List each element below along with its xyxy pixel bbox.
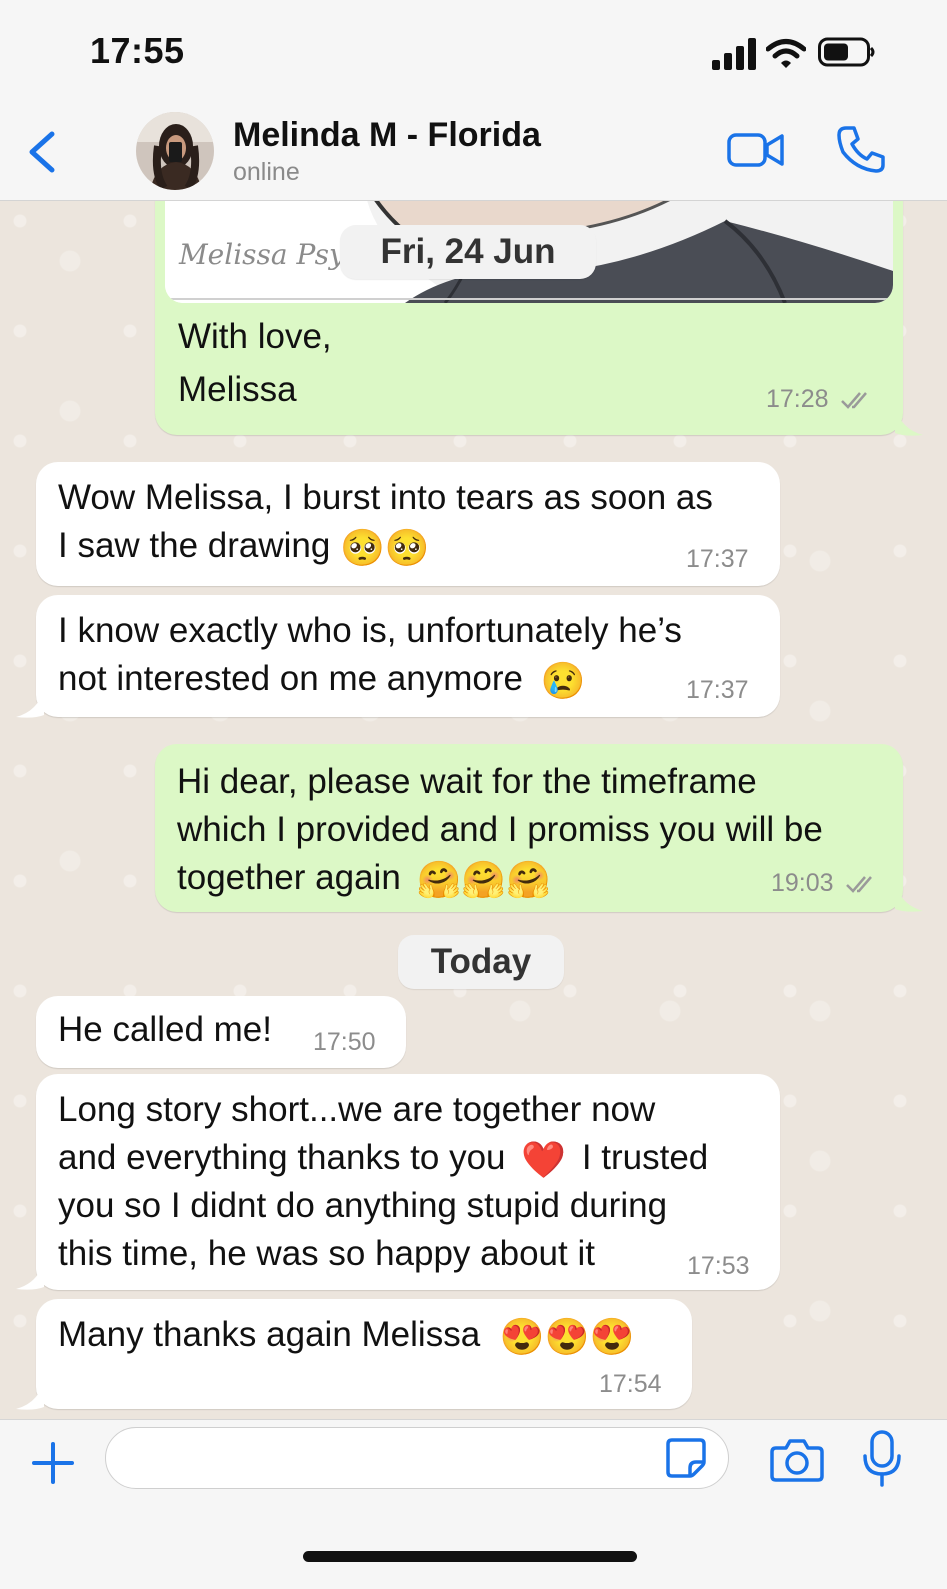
message-line: you so I didnt do anything stupid during (58, 1186, 668, 1225)
battery-icon (818, 37, 875, 67)
chevron-left-icon[interactable] (24, 128, 60, 176)
message-bubble-incoming[interactable]: I know exactly who is, unfortunately he’… (36, 595, 780, 717)
message-bubble-incoming[interactable]: Wow Melissa, I burst into tears as soon … (36, 462, 780, 586)
voice-call-icon[interactable] (836, 124, 886, 174)
hugging-face-emoji: 🤗🤗🤗 (416, 858, 552, 900)
message-line: Long story short...we are together now (58, 1090, 656, 1129)
message-line-with-emoji: not interested on me anymore 😢 (58, 655, 682, 703)
message-line: which I provided and I promiss you will … (177, 810, 823, 849)
avatar[interactable] (136, 112, 214, 190)
contact-status: online (233, 158, 300, 186)
message-line-with-emoji: I saw the drawing 🥺🥺 (58, 522, 713, 570)
bubble-tail (895, 407, 923, 436)
bubble-tail (16, 1381, 44, 1410)
chat-area[interactable]: Melissa Psy With love, Melissa 17:28 Fri… (0, 201, 947, 1419)
message-line: I saw the drawing (58, 526, 331, 565)
bubble-tail (16, 689, 44, 718)
message-input-bar (0, 1419, 947, 1589)
read-receipt-icon (845, 876, 872, 894)
message-input[interactable] (105, 1427, 729, 1489)
message-line-with-emoji: together again 🤗🤗🤗 (177, 854, 823, 902)
signal-icon (712, 38, 756, 70)
message-line: this time, he was so happy about it (58, 1234, 595, 1273)
message-time: 17:28 (766, 384, 876, 414)
date-separator-label: Fri, 24 Jun (380, 232, 556, 271)
message-text: Hi dear, please wait for the timeframe w… (177, 758, 823, 902)
message-text: I know exactly who is, unfortunately he’… (58, 607, 682, 703)
camera-icon[interactable] (770, 1436, 824, 1482)
message-line: Many thanks again Melissa (58, 1315, 481, 1354)
message-text: Wow Melissa, I burst into tears as soon … (58, 474, 713, 570)
message-line-with-emoji: Many thanks again Melissa 😍😍😍 (58, 1311, 634, 1359)
crying-face-emoji: 😢 (540, 659, 586, 701)
message-time: 17:54 (599, 1370, 662, 1398)
wifi-icon (766, 39, 806, 68)
bubble-tail (895, 883, 923, 912)
message-text: Long story short...we are together now a… (58, 1086, 708, 1278)
date-separator: Today (398, 935, 564, 989)
message-time-text: 19:03 (771, 869, 834, 897)
message-bubble-incoming[interactable]: He called me! 17:50 (36, 996, 406, 1068)
message-line: not interested on me anymore (58, 659, 523, 698)
message-bubble-outgoing[interactable]: Hi dear, please wait for the timeframe w… (155, 744, 903, 912)
read-receipt-icon (840, 392, 867, 410)
status-bar: 17:55 (0, 0, 947, 108)
video-call-icon[interactable] (726, 126, 786, 174)
message-time: 17:50 (313, 1028, 376, 1056)
red-heart-emoji: ❤️ (521, 1138, 567, 1180)
message-time: 17:37 (686, 676, 749, 704)
bubble-tail (16, 1261, 44, 1290)
message-line: Hi dear, please wait for the timeframe (177, 762, 757, 801)
home-indicator (303, 1551, 637, 1562)
message-time: 17:37 (686, 545, 749, 573)
message-text: Many thanks again Melissa 😍😍😍 (58, 1311, 634, 1359)
image-watermark: Melissa Psy (179, 238, 345, 271)
sticker-icon[interactable] (664, 1436, 708, 1480)
status-time: 17:55 (90, 30, 185, 71)
date-separator: Fri, 24 Jun (340, 225, 596, 279)
message-text: He called me! (58, 1006, 272, 1054)
message-time: 17:53 (687, 1252, 750, 1280)
message-line-with-emoji: and everything thanks to you ❤️ I truste… (58, 1134, 708, 1182)
message-bubble-incoming[interactable]: Long story short...we are together now a… (36, 1074, 780, 1290)
message-line: Wow Melissa, I burst into tears as soon … (58, 478, 713, 517)
message-line: Melissa (178, 370, 297, 409)
message-line: He called me! (58, 1010, 272, 1049)
message-line: and everything thanks to you (58, 1138, 506, 1177)
chat-header: Melinda M - Florida online (0, 100, 947, 201)
pleading-face-emoji: 🥺🥺 (340, 526, 430, 568)
message-line: With love, (178, 317, 332, 356)
avatar-photo (136, 112, 214, 190)
message-line: I trusted (581, 1138, 709, 1177)
message-time: 19:03 (771, 868, 881, 898)
message-line: together again (177, 858, 401, 897)
message-time-text: 17:28 (766, 385, 829, 413)
plus-icon[interactable] (30, 1440, 76, 1486)
message-line: I know exactly who is, unfortunately he’… (58, 611, 682, 650)
date-separator-label: Today (430, 942, 532, 981)
message-text: With love, Melissa (178, 313, 332, 414)
heart-eyes-emoji: 😍😍😍 (499, 1315, 635, 1357)
contact-name[interactable]: Melinda M - Florida (233, 116, 541, 155)
message-bubble-incoming[interactable]: Many thanks again Melissa 😍😍😍 17:54 (36, 1299, 692, 1409)
microphone-icon[interactable] (862, 1430, 902, 1488)
